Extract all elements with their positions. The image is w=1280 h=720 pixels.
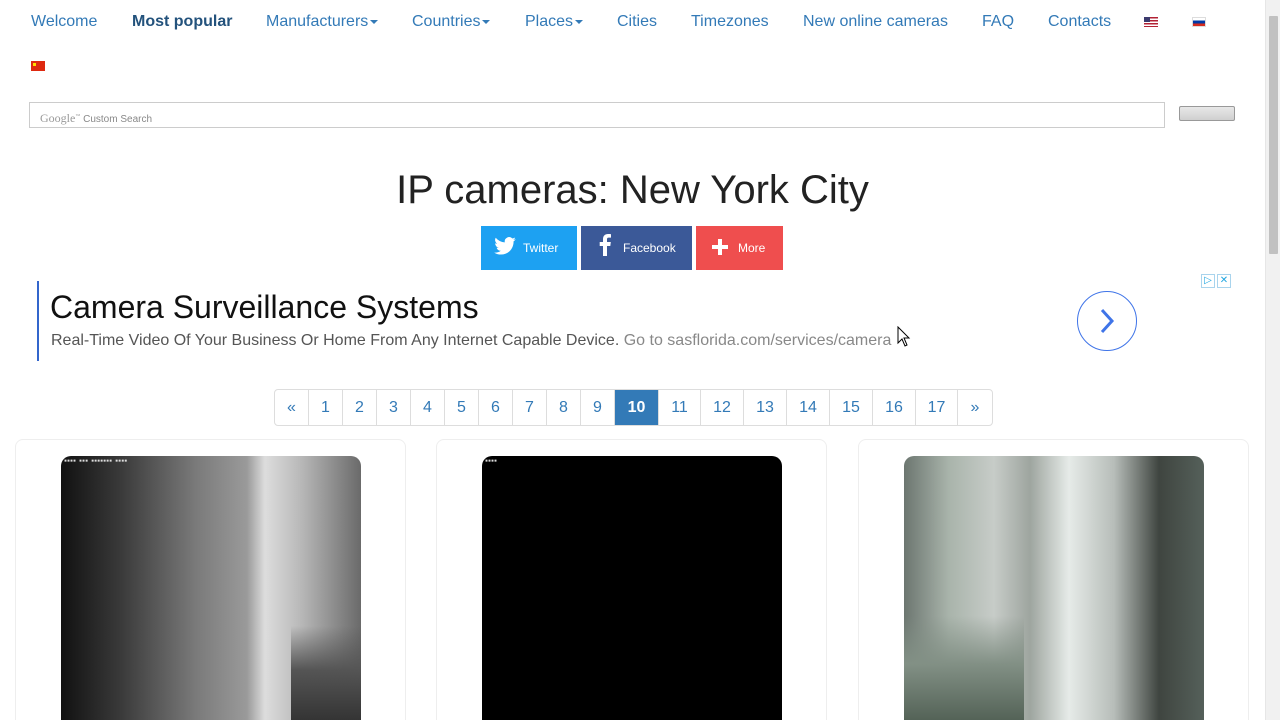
ad-close-icon[interactable]: ✕: [1217, 274, 1231, 288]
nav-faq[interactable]: FAQ: [982, 12, 1014, 32]
nav-cities-label: Cities: [617, 13, 658, 30]
pagination-page[interactable]: 11: [659, 390, 701, 425]
twitter-share-button[interactable]: Twitter: [481, 226, 577, 270]
ru-flag-icon[interactable]: [1192, 17, 1206, 27]
nav-cities[interactable]: Cities: [617, 12, 657, 32]
pagination-page[interactable]: 14: [787, 390, 830, 425]
caret-down-icon: [482, 19, 491, 24]
search-placeholder-text: Custom Search: [83, 114, 153, 125]
chevron-right-icon: [1100, 308, 1115, 334]
pagination-page[interactable]: 15: [830, 390, 873, 425]
camera-card: [858, 439, 1249, 720]
nav-welcome[interactable]: Welcome: [31, 12, 97, 32]
nav-places-label: Places: [525, 13, 574, 30]
camera-thumbnail[interactable]: ▪▪▪▪ ▪▪▪ ▪▪▪▪▪▪▪ ▪▪▪▪: [61, 456, 361, 720]
vertical-scrollbar[interactable]: [1265, 0, 1280, 720]
pagination-page[interactable]: 17: [916, 390, 958, 425]
google-brand-label: Google: [40, 111, 76, 125]
advertisement: Camera Surveillance Systems Real-Time Vi…: [37, 274, 1233, 361]
page-title: IP cameras: New York City: [396, 168, 869, 212]
camera-card: ▪▪▪▪: [436, 439, 827, 720]
ad-headline[interactable]: Camera Surveillance Systems: [50, 289, 479, 326]
twitter-icon: [487, 235, 523, 261]
plus-icon: [702, 235, 738, 261]
pagination-page[interactable]: 4: [411, 390, 445, 425]
us-flag-icon[interactable]: [1144, 17, 1158, 27]
pagination-page[interactable]: 16: [873, 390, 916, 425]
camera-overlay-text: ▪▪▪▪: [485, 458, 498, 464]
pagination-page[interactable]: 12: [701, 390, 744, 425]
nav-contacts-label: Contacts: [1048, 13, 1112, 30]
search-button[interactable]: [1179, 106, 1235, 121]
ad-choices[interactable]: ▷ ✕: [1201, 274, 1233, 290]
nav-manufacturers[interactable]: Manufacturers: [266, 12, 379, 32]
pagination-page[interactable]: 3: [377, 390, 411, 425]
nav-new-online-cameras-label: New online cameras: [803, 13, 948, 30]
nav-timezones-label: Timezones: [691, 13, 769, 30]
nav-countries-label: Countries: [412, 13, 481, 30]
pagination-page[interactable]: 9: [581, 390, 615, 425]
nav-countries[interactable]: Countries: [412, 12, 491, 32]
pagination-page[interactable]: 7: [513, 390, 547, 425]
pagination-page[interactable]: 8: [547, 390, 581, 425]
top-navigation: Welcome Most popular Manufacturers Count…: [0, 0, 1265, 90]
facebook-share-label: Facebook: [623, 241, 676, 255]
search-input[interactable]: Google™ Custom Search: [29, 102, 1165, 128]
camera-card: ▪▪▪▪ ▪▪▪ ▪▪▪▪▪▪▪ ▪▪▪▪: [15, 439, 406, 720]
mouse-cursor-icon: [897, 326, 911, 347]
nav-faq-label: FAQ: [982, 13, 1015, 30]
ad-info-icon[interactable]: ▷: [1201, 274, 1215, 288]
camera-thumbnail[interactable]: [904, 456, 1204, 720]
pagination-page[interactable]: 5: [445, 390, 479, 425]
search-placeholder: Google™ Custom Search: [40, 111, 153, 125]
ad-description-text: Real-Time Video Of Your Business Or Home…: [51, 332, 620, 349]
caret-down-icon: [575, 19, 584, 24]
pagination-page-current[interactable]: 10: [615, 390, 659, 425]
caret-down-icon: [370, 19, 379, 24]
more-share-label: More: [738, 241, 766, 255]
twitter-share-label: Twitter: [523, 241, 559, 255]
nav-timezones[interactable]: Timezones: [691, 12, 769, 32]
nav-manufacturers-label: Manufacturers: [266, 13, 369, 30]
cn-flag-icon[interactable]: [31, 61, 45, 71]
ad-url[interactable]: Go to sasflorida.com/services/camera: [624, 332, 892, 349]
camera-thumbnail[interactable]: ▪▪▪▪: [482, 456, 782, 720]
ad-description: Real-Time Video Of Your Business Or Home…: [51, 332, 891, 350]
pagination-page[interactable]: 2: [343, 390, 377, 425]
nav-new-online-cameras[interactable]: New online cameras: [803, 12, 948, 32]
ad-accent-bar: [37, 281, 39, 361]
scrollbar-thumb[interactable]: [1269, 16, 1278, 254]
pagination-next[interactable]: »: [958, 390, 992, 425]
nav-welcome-label: Welcome: [31, 13, 98, 30]
more-share-button[interactable]: More: [696, 226, 783, 270]
nav-places[interactable]: Places: [525, 12, 584, 32]
nav-most-popular[interactable]: Most popular: [132, 12, 232, 32]
pagination-page[interactable]: 13: [744, 390, 787, 425]
facebook-icon: [587, 234, 623, 262]
facebook-share-button[interactable]: Facebook: [581, 226, 692, 270]
pagination-page[interactable]: 6: [479, 390, 513, 425]
ad-arrow-button[interactable]: [1077, 291, 1137, 351]
pagination-page[interactable]: 1: [309, 390, 343, 425]
pagination-prev[interactable]: «: [275, 390, 309, 425]
pagination: « 1 2 3 4 5 6 7 8 9 10 11 12 13 14 15 16…: [274, 389, 993, 426]
nav-most-popular-label: Most popular: [132, 13, 233, 30]
camera-overlay-text: ▪▪▪▪ ▪▪▪ ▪▪▪▪▪▪▪ ▪▪▪▪: [64, 458, 128, 464]
nav-contacts[interactable]: Contacts: [1048, 12, 1111, 32]
